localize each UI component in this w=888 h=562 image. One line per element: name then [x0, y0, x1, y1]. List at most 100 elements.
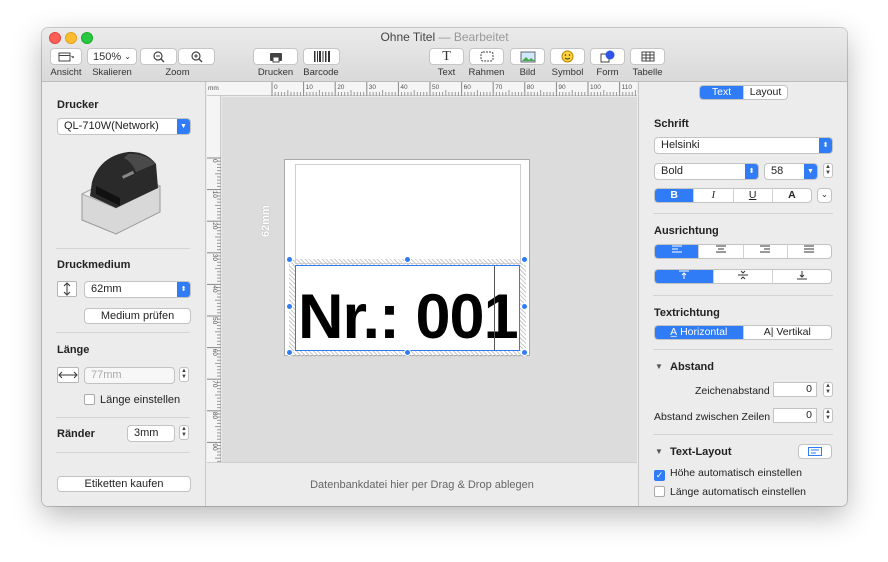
italic-button[interactable]: I [694, 189, 734, 202]
bild-button[interactable] [510, 48, 545, 65]
chevron-down-icon: ⌄ [124, 52, 131, 61]
etiketten-kaufen-button[interactable]: Etiketten kaufen [57, 476, 191, 492]
font-size-stepper[interactable]: ▲ ▼ [823, 163, 833, 178]
chevron-down-icon: ▼ [177, 119, 190, 134]
align-right-icon [760, 245, 771, 253]
form-label: Form [596, 67, 619, 78]
font-style-buttons: B I U A [654, 188, 812, 203]
align-bottom-icon [797, 271, 807, 280]
left-sidebar: Drucker QL-710W(Network) ▼ Druckmedium 6… [42, 82, 206, 506]
laenge-title: Länge [57, 344, 90, 356]
printer-select[interactable]: QL-710W(Network) ▼ [57, 118, 191, 135]
resize-handle-ml[interactable] [286, 303, 293, 310]
frame-icon [480, 51, 493, 62]
ruler-tick-label: 30 [369, 84, 377, 91]
height-icon [57, 281, 77, 297]
hoehe-auto-checkbox[interactable]: ✓ Höhe automatisch einstellen [654, 467, 802, 481]
text-direction: A̲ Horizontal A| Vertikal [654, 325, 832, 340]
align-right-button[interactable] [744, 245, 788, 258]
skalieren-select[interactable]: 150% ⌄ [87, 48, 137, 65]
direction-vertical-button[interactable]: A| Vertikal [744, 326, 832, 339]
drucker-title: Drucker [57, 99, 99, 111]
form-button[interactable] [590, 48, 625, 65]
zeilenabstand-input[interactable]: 0 [773, 408, 817, 423]
font-style-select[interactable]: Bold ⬍ [654, 163, 759, 180]
font-size-select[interactable]: 58 ▼ [764, 163, 818, 180]
resize-handle-tm[interactable] [404, 256, 411, 263]
ansicht-button[interactable] [50, 48, 82, 65]
align-middle-button[interactable] [714, 270, 773, 283]
align-top-button[interactable] [655, 270, 714, 283]
window-title: Ohne Titel — Bearbeitet [380, 30, 509, 44]
laenge-stepper[interactable]: ▲ ▼ [179, 367, 189, 382]
drucken-button[interactable] [253, 48, 298, 65]
outline-button[interactable]: A [773, 189, 811, 202]
resize-handle-mr[interactable] [521, 303, 528, 310]
font-select[interactable]: Helsinki ⬍ [654, 137, 833, 154]
resize-handle-tr[interactable] [521, 256, 528, 263]
tab-layout[interactable]: Layout [744, 86, 787, 99]
zoom-label: Zoom [165, 67, 190, 78]
zoom-in-button[interactable] [178, 48, 215, 65]
ruler-tick-label: 90 [211, 443, 218, 451]
zoom-out-button[interactable] [140, 48, 177, 65]
ruler-tick-label: 0 [211, 159, 218, 163]
resize-handle-bm[interactable] [404, 349, 411, 356]
align-left-icon [671, 245, 682, 253]
rahmen-button[interactable] [469, 48, 504, 65]
ruler-tick-label: 80 [527, 84, 535, 91]
ansicht-label: Ansicht [50, 67, 82, 78]
raender-title: Ränder [57, 428, 95, 440]
resize-handle-bl[interactable] [286, 349, 293, 356]
underline-button[interactable]: U [734, 189, 773, 202]
tab-text[interactable]: Text [700, 86, 744, 99]
ruler-tick-label: 80 [211, 412, 218, 420]
laenge-input[interactable]: 77mm [84, 367, 175, 384]
horizontal-label: Horizontal [680, 326, 728, 338]
zeilenabstand-label: Abstand zwischen Zeilen [654, 411, 771, 423]
align-justify-button[interactable] [788, 245, 831, 258]
ruler-tick-label: 70 [495, 84, 503, 91]
resize-handle-tl[interactable] [286, 256, 293, 263]
laenge-auto-checkbox[interactable]: Länge automatisch einstellen [654, 486, 806, 498]
medium-pruefen-button[interactable]: Medium prüfen [84, 308, 191, 324]
canvas-area: mm 0 10 20 30 40 50 60 70 80 90 100 110 0 10 20 30 40 50… [207, 82, 637, 506]
disclosure-triangle-icon[interactable]: ▼ [655, 447, 663, 456]
printer-icon [269, 52, 282, 62]
text-object[interactable]: Nr.: 001 [295, 265, 520, 351]
tabelle-button[interactable] [630, 48, 665, 65]
align-left-button[interactable] [655, 245, 700, 258]
zeichenabstand-input[interactable]: 0 [773, 382, 817, 397]
toolbar: Ohne Titel — Bearbeitet Ansicht 150% ⌄ S… [42, 28, 847, 82]
zoom-out-icon [152, 50, 164, 62]
text-tool-button[interactable]: T [429, 48, 464, 65]
text-layout-options-button[interactable] [798, 444, 832, 459]
ruler-tick-label: 0 [274, 84, 278, 91]
ruler-tick-label: 60 [464, 84, 472, 91]
align-center-button[interactable] [699, 245, 744, 258]
shape-icon [600, 50, 614, 63]
sidebar-icon [58, 52, 74, 61]
medium-select[interactable]: 62mm ⬍ [84, 281, 191, 298]
raender-stepper[interactable]: ▲ ▼ [179, 425, 189, 440]
symbol-button[interactable] [550, 48, 585, 65]
inspector-tabs: Text Layout [699, 85, 788, 100]
text-icon: T [442, 48, 451, 64]
raender-input[interactable]: 3mm [127, 425, 175, 442]
barcode-button[interactable] [303, 48, 340, 65]
more-font-options-button[interactable]: ⌄ [817, 188, 832, 203]
ausrichtung-title: Ausrichtung [654, 225, 719, 237]
laenge-einstellen-checkbox[interactable]: Länge einstellen [84, 394, 180, 406]
stepper-arrows-icon: ⬍ [819, 138, 832, 153]
rahmen-label: Rahmen [468, 67, 505, 78]
label-workspace[interactable]: 62mm Nr.: 001 [222, 97, 637, 462]
direction-horizontal-button[interactable]: A̲ Horizontal [655, 326, 744, 339]
zeilenabstand-stepper[interactable]: ▲ ▼ [823, 408, 833, 423]
bold-button[interactable]: B [655, 189, 695, 202]
disclosure-triangle-icon[interactable]: ▼ [655, 362, 663, 371]
database-drop-zone[interactable]: Datenbankdatei hier per Drag & Drop able… [207, 462, 637, 506]
abstand-title: Abstand [670, 361, 714, 373]
align-bottom-button[interactable] [773, 270, 831, 283]
resize-handle-br[interactable] [521, 349, 528, 356]
zeichenabstand-stepper[interactable]: ▲ ▼ [823, 382, 833, 397]
